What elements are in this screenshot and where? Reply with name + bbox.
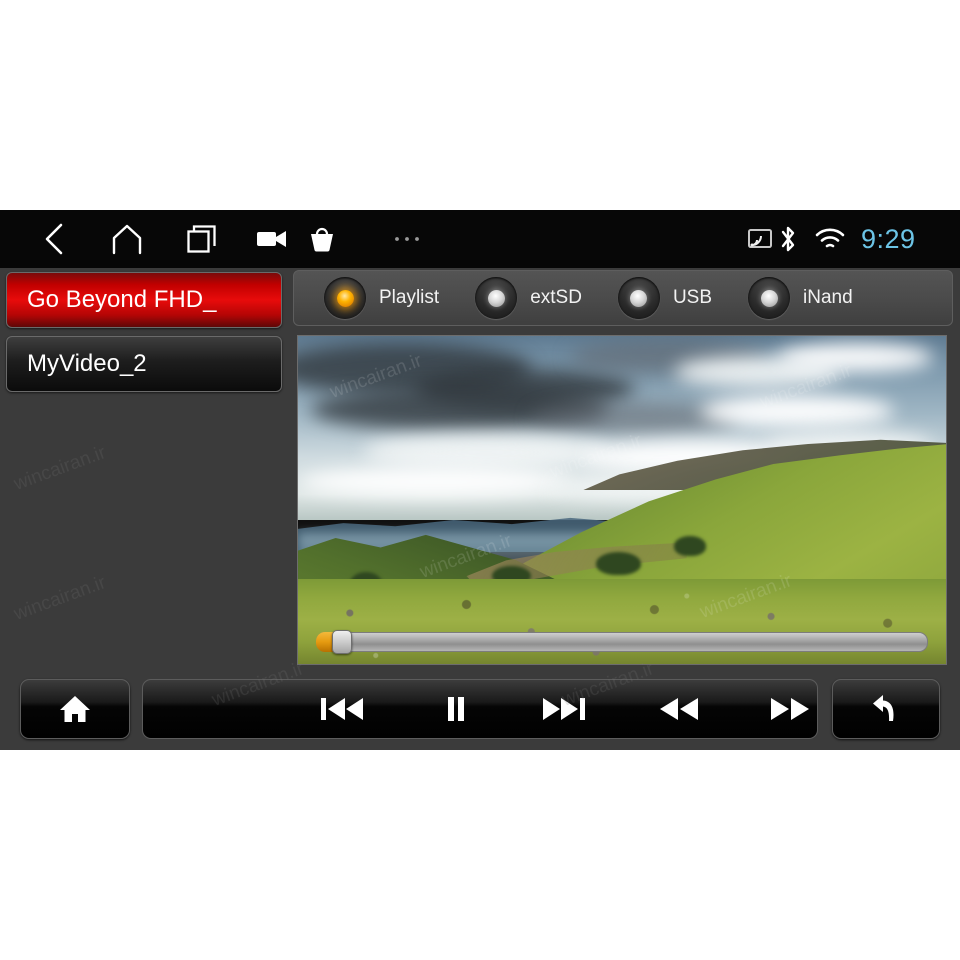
led-indicator-off xyxy=(475,277,518,319)
home-icon xyxy=(60,696,90,722)
playlist-item-label: MyVideo_2 xyxy=(27,350,147,377)
next-track-icon xyxy=(543,698,585,720)
previous-track-button[interactable] xyxy=(306,680,378,738)
source-label: USB xyxy=(672,287,713,308)
fast-forward-button[interactable] xyxy=(754,680,826,738)
previous-track-icon xyxy=(321,698,363,720)
clock: 9:29 xyxy=(861,223,916,254)
bag-icon[interactable] xyxy=(293,210,351,268)
return-arrow-icon xyxy=(873,695,894,721)
led-indicator-off xyxy=(617,277,660,319)
playlist-item[interactable]: MyVideo_2 xyxy=(6,336,282,392)
video-scene-image xyxy=(298,336,946,664)
rewind-icon xyxy=(660,698,698,720)
fast-forward-icon xyxy=(771,698,809,720)
return-button[interactable] xyxy=(832,679,940,739)
back-icon[interactable] xyxy=(25,210,83,268)
playlist-panel: Go Beyond FHD_ MyVideo_2 wincairan.ir wi… xyxy=(0,268,290,668)
seek-thumb[interactable] xyxy=(332,630,353,654)
page-root: 9:29 Go Beyond FHD_ MyVideo_2 wincairan.… xyxy=(0,0,960,960)
cast-icon[interactable] xyxy=(748,210,772,268)
source-option-playlist[interactable]: Playlist xyxy=(324,270,439,326)
wifi-icon[interactable] xyxy=(815,210,845,268)
source-option-usb[interactable]: USB xyxy=(617,270,713,326)
rewind-button[interactable] xyxy=(643,680,715,738)
transport-controls xyxy=(142,679,917,739)
source-label: Playlist xyxy=(379,287,440,308)
source-selector-bar: Playlist extSD USB iNand xyxy=(293,270,953,326)
status-bar: 9:29 xyxy=(0,210,960,268)
more-icon[interactable] xyxy=(378,210,436,268)
media-panel: Playlist extSD USB iNand xyxy=(293,268,953,668)
source-option-inand[interactable]: iNand xyxy=(748,270,853,326)
playlist-item-selected[interactable]: Go Beyond FHD_ xyxy=(6,272,282,328)
pause-button[interactable] xyxy=(420,680,492,738)
device-screen: 9:29 Go Beyond FHD_ MyVideo_2 wincairan.… xyxy=(0,210,960,750)
next-track-button[interactable] xyxy=(528,680,600,738)
led-indicator-on xyxy=(324,277,366,319)
home-button[interactable] xyxy=(20,679,130,739)
home-icon[interactable] xyxy=(98,210,156,268)
source-option-extsd[interactable]: extSD xyxy=(475,270,582,326)
player-control-bar: wincairan.ir wincairan.ir xyxy=(0,658,960,750)
recents-icon[interactable] xyxy=(173,210,231,268)
bluetooth-icon[interactable] xyxy=(777,210,799,268)
source-label: extSD xyxy=(530,287,582,308)
playlist-item-label: Go Beyond FHD_ xyxy=(27,286,217,313)
source-label: iNand xyxy=(803,287,853,308)
led-indicator-off xyxy=(748,277,791,319)
seek-bar[interactable] xyxy=(316,630,928,654)
pause-icon xyxy=(448,697,464,721)
video-player[interactable]: wincairan.ir wincairan.ir wincairan.ir w… xyxy=(297,335,947,665)
seek-track[interactable] xyxy=(316,632,928,652)
